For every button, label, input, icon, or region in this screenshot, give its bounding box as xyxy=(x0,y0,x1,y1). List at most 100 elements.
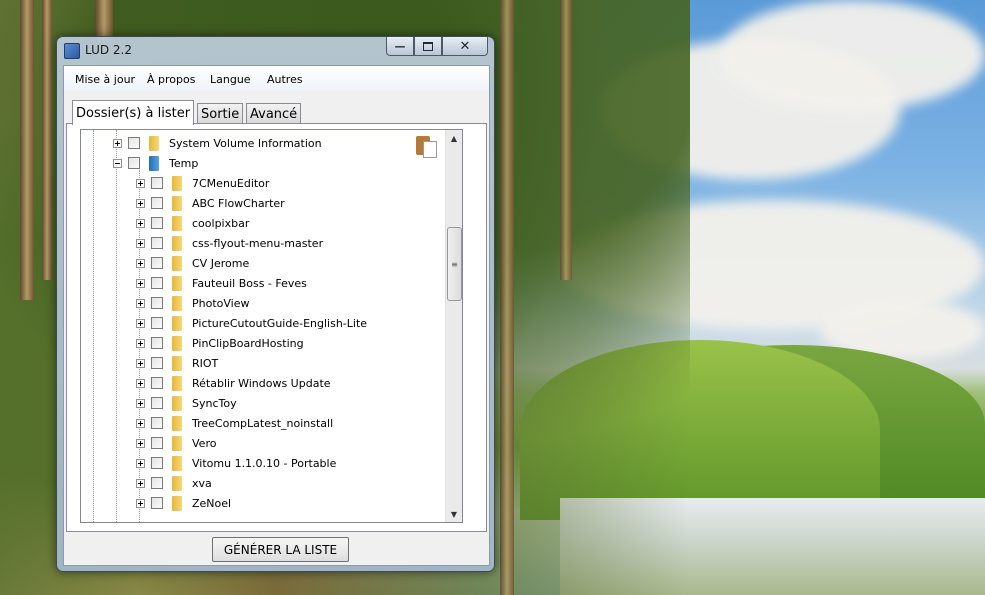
tree-row[interactable]: TreeCompLatest_noinstall xyxy=(136,413,333,433)
expand-icon[interactable] xyxy=(136,358,145,368)
tree-item-label: RIOT xyxy=(192,356,219,370)
minimize-button[interactable]: — xyxy=(386,37,414,56)
tree-checkbox[interactable] xyxy=(151,417,163,429)
tree-row[interactable]: System Volume Information xyxy=(113,133,322,153)
tree-checkbox[interactable] xyxy=(151,237,163,249)
expand-icon[interactable] xyxy=(136,318,145,328)
expand-icon[interactable] xyxy=(136,178,145,188)
folder-icon xyxy=(171,235,183,251)
tab-sortie[interactable]: Sortie xyxy=(197,103,244,124)
tree-row[interactable]: ABC FlowCharter xyxy=(136,193,285,213)
menu-langue[interactable]: Langue xyxy=(210,73,251,86)
tree-row[interactable]: Temp xyxy=(113,153,198,173)
tree-item-label: coolpixbar xyxy=(192,216,250,230)
menu-a-propos[interactable]: À propos xyxy=(147,73,195,86)
tree-item-label: SyncToy xyxy=(192,396,237,410)
tree-item-label: PinClipBoardHosting xyxy=(192,336,304,350)
tree-row[interactable]: PictureCutoutGuide-English-Lite xyxy=(136,313,367,333)
expand-icon[interactable] xyxy=(136,278,145,288)
expand-icon[interactable] xyxy=(136,218,145,228)
folder-tree[interactable]: ▲ ≡ ▼ System Volume Information Temp 7CMen… xyxy=(80,129,463,523)
tree-row[interactable]: Vitomu 1.1.0.10 - Portable xyxy=(136,453,336,473)
folder-icon xyxy=(171,295,183,311)
app-window: LUD 2.2 — ✕ Mise à jour À propos Langue … xyxy=(56,36,495,572)
tree-item-label: Fauteuil Boss - Feves xyxy=(192,276,307,290)
tree-checkbox[interactable] xyxy=(151,397,163,409)
tree-checkbox[interactable] xyxy=(151,497,163,509)
expand-icon[interactable] xyxy=(136,398,145,408)
expand-icon[interactable] xyxy=(136,198,145,208)
tree-row[interactable]: PinClipBoardHosting xyxy=(136,333,304,353)
tree-checkbox[interactable] xyxy=(151,337,163,349)
tree-checkbox[interactable] xyxy=(151,217,163,229)
tree-item-label: PictureCutoutGuide-English-Lite xyxy=(192,316,368,330)
tree-checkbox[interactable] xyxy=(151,357,163,369)
maximize-icon xyxy=(423,41,433,51)
tree-row[interactable]: SyncToy xyxy=(136,393,237,413)
tree-row[interactable]: coolpixbar xyxy=(136,213,249,233)
scroll-up-arrow[interactable]: ▲ xyxy=(446,130,462,146)
menu-mise-a-jour[interactable]: Mise à jour xyxy=(75,73,135,86)
tree-checkbox[interactable] xyxy=(128,157,140,169)
menu-autres[interactable]: Autres xyxy=(267,73,303,86)
tree-checkbox[interactable] xyxy=(151,377,163,389)
expand-icon[interactable] xyxy=(136,258,145,268)
expand-icon[interactable] xyxy=(136,238,145,248)
folder-icon xyxy=(171,455,183,471)
folder-icon xyxy=(171,275,183,291)
folder-icon xyxy=(171,175,183,191)
vertical-scrollbar[interactable]: ▲ ≡ ▼ xyxy=(445,130,462,522)
tree-item-label: ZeNoel xyxy=(192,496,232,510)
expand-icon[interactable] xyxy=(136,298,145,308)
tree-guide-line xyxy=(93,130,94,522)
expand-icon[interactable] xyxy=(136,418,145,428)
tree-checkbox[interactable] xyxy=(151,437,163,449)
tree-item-label: 7CMenuEditor xyxy=(192,176,270,190)
tree-row[interactable]: xva xyxy=(136,473,212,493)
expand-icon[interactable] xyxy=(136,378,145,388)
tree-row[interactable]: Fauteuil Boss - Feves xyxy=(136,273,307,293)
expand-icon[interactable] xyxy=(136,498,145,508)
collapse-icon[interactable] xyxy=(113,158,122,168)
tab-avance[interactable]: Avancé xyxy=(246,103,302,124)
maximize-button[interactable] xyxy=(414,37,442,56)
tree-item-label: Rétablir Windows Update xyxy=(192,376,331,390)
tree-checkbox[interactable] xyxy=(151,477,163,489)
tab-dossiers-a-lister[interactable]: Dossier(s) à lister xyxy=(72,100,195,125)
tree-checkbox[interactable] xyxy=(151,297,163,309)
tree-row[interactable]: PhotoView xyxy=(136,293,249,313)
tree-row[interactable]: CV Jerome xyxy=(136,253,249,273)
expand-icon[interactable] xyxy=(136,458,145,468)
tree-row[interactable]: css-flyout-menu-master xyxy=(136,233,323,253)
window-client-area: Mise à jour À propos Langue Autres Dossi… xyxy=(63,65,490,566)
expand-icon[interactable] xyxy=(113,138,122,148)
tree-item-label: ABC FlowCharter xyxy=(192,196,285,210)
tree-checkbox[interactable] xyxy=(151,277,163,289)
tree-checkbox[interactable] xyxy=(151,457,163,469)
tree-checkbox[interactable] xyxy=(151,197,163,209)
folder-icon xyxy=(171,335,183,351)
tree-row[interactable]: ZeNoel xyxy=(136,493,231,513)
folder-icon xyxy=(171,215,183,231)
tree-checkbox[interactable] xyxy=(151,317,163,329)
tree-row[interactable]: 7CMenuEditor xyxy=(136,173,269,193)
scroll-down-arrow[interactable]: ▼ xyxy=(446,506,462,522)
tree-checkbox[interactable] xyxy=(151,177,163,189)
close-button[interactable]: ✕ xyxy=(442,37,488,56)
scroll-thumb[interactable]: ≡ xyxy=(447,227,462,301)
close-icon: ✕ xyxy=(459,38,471,54)
tree-item-label: System Volume Information xyxy=(169,136,322,150)
tree-row[interactable]: Vero xyxy=(136,433,216,453)
folder-icon xyxy=(171,195,183,211)
folder-icon xyxy=(171,495,183,511)
tree-row[interactable]: RIOT xyxy=(136,353,218,373)
expand-icon[interactable] xyxy=(136,338,145,348)
expand-icon[interactable] xyxy=(136,478,145,488)
expand-icon[interactable] xyxy=(136,438,145,448)
clipboard-icon[interactable] xyxy=(416,133,437,158)
tree-checkbox[interactable] xyxy=(151,257,163,269)
tree-item-label: Vitomu 1.1.0.10 - Portable xyxy=(192,456,337,470)
generer-liste-button[interactable]: GÉNÉRER LA LISTE xyxy=(212,537,349,562)
tree-row[interactable]: Rétablir Windows Update xyxy=(136,373,331,393)
tree-checkbox[interactable] xyxy=(128,137,140,149)
